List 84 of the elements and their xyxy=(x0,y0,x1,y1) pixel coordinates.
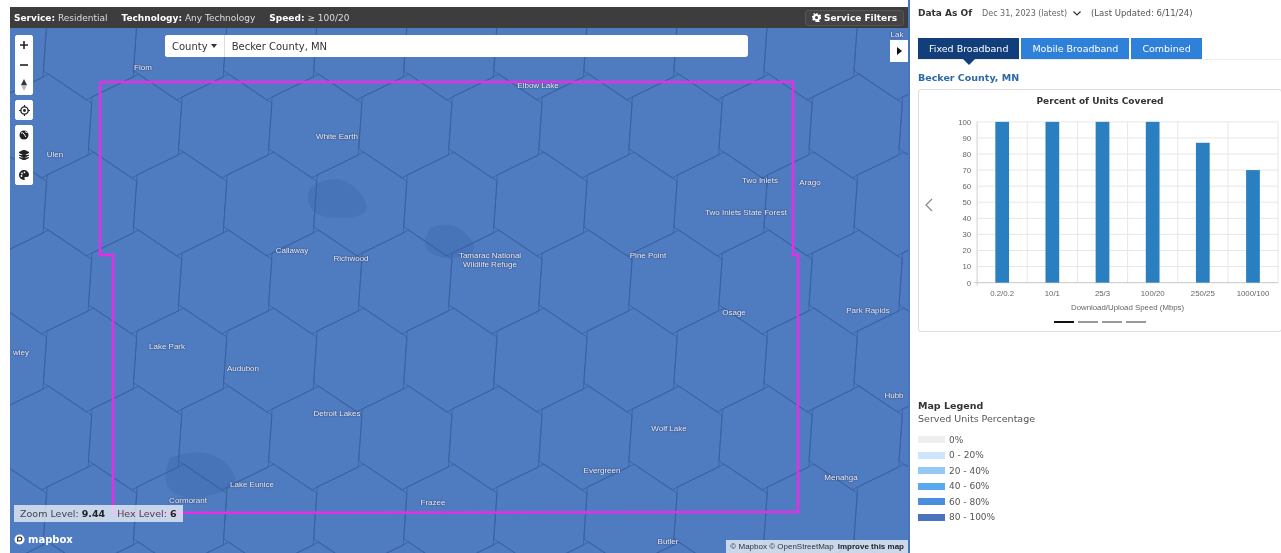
search-type-dropdown[interactable]: County xyxy=(165,35,225,57)
y-tick-label: 60 xyxy=(962,182,972,192)
chevron-down-icon xyxy=(1073,10,1081,16)
place-label: Audubon xyxy=(227,363,259,373)
chevron-left-icon[interactable] xyxy=(925,197,933,212)
y-tick-label: 30 xyxy=(962,230,972,240)
place-label: Pine Point xyxy=(629,250,667,260)
place-label: White Earth xyxy=(316,131,358,141)
place-label: Two Inlets xyxy=(742,175,778,185)
y-tick-label: 0 xyxy=(966,278,972,288)
chart-title: Percent of Units Covered xyxy=(1035,96,1165,106)
layers-icon xyxy=(19,150,29,160)
legend-label: 20 - 40% xyxy=(949,465,990,476)
globe-icon xyxy=(19,130,29,140)
x-tick-label: 1000/100 xyxy=(1236,289,1270,299)
filter-summary: Technology: Any Technology xyxy=(121,12,256,23)
place-label: Two Inlets State Forest xyxy=(705,207,787,217)
y-tick-label: 70 xyxy=(962,166,972,176)
place-label: Cormorant xyxy=(169,495,207,505)
place-label: Callaway xyxy=(275,245,309,255)
place-label: Lake Eunice xyxy=(230,479,274,489)
legend-label: 80 - 100% xyxy=(949,512,996,523)
service-filters-button[interactable]: Service Filters xyxy=(804,9,904,26)
place-label: wley xyxy=(13,347,29,357)
attribution-text: © Mapbox © OpenStreetMap xyxy=(730,542,834,551)
place-label: Wolf Lake xyxy=(651,423,687,433)
filter-summary: Service: Residential xyxy=(14,12,108,23)
x-tick-label: 250/25 xyxy=(1190,289,1215,299)
search-field[interactable]: County Becker County, MN xyxy=(165,35,748,57)
place-label: Detroit Lakes xyxy=(313,408,361,418)
compass-icon xyxy=(21,79,27,91)
y-tick-label: 100 xyxy=(958,117,972,127)
locate-button[interactable] xyxy=(15,100,33,120)
legend-label: 0 - 20% xyxy=(949,450,984,461)
legend-label: 0% xyxy=(949,434,964,445)
place-label: Lak xyxy=(890,29,904,39)
y-tick-label: 20 xyxy=(962,246,972,256)
panel-toggle-button[interactable] xyxy=(890,40,908,62)
place-label: Hubb xyxy=(884,390,904,400)
place-label: Park Rapids xyxy=(846,305,890,315)
y-tick-label: 90 xyxy=(962,133,972,143)
x-tick-label: 10/1 xyxy=(1044,289,1060,299)
plus-icon xyxy=(20,41,28,49)
area-title: Becker County, MN xyxy=(918,72,1021,83)
place-label: Elbow Lake xyxy=(517,80,559,90)
legend-title: Map Legend xyxy=(918,400,985,411)
x-tick-label: 100/20 xyxy=(1140,289,1165,299)
y-tick-label: 10 xyxy=(962,262,972,272)
y-tick-label: 80 xyxy=(962,149,972,159)
place-label: Flom xyxy=(134,62,152,72)
x-tick-label: 0.2/0.2 xyxy=(990,289,1015,299)
mapbox-logo-icon xyxy=(14,534,25,545)
legend-label: 60 - 80% xyxy=(949,496,990,507)
level-readout: Zoom Level: 9.44 xyxy=(20,508,106,519)
legend-label: 40 - 60% xyxy=(949,481,990,492)
place-label: Richwood xyxy=(333,253,369,263)
palette-icon xyxy=(19,170,29,180)
last-updated-text: (Last Updated: 6/11/24) xyxy=(1091,8,1193,18)
caret-icon xyxy=(210,44,217,48)
place-label: Ulen xyxy=(46,149,64,159)
mapbox-wordmark: mapbox xyxy=(28,534,73,545)
place-label: Menahga xyxy=(824,472,858,482)
y-tick-label: 50 xyxy=(962,198,972,208)
place-label: Frazee xyxy=(420,497,446,507)
place-label: Arago xyxy=(799,177,821,187)
target-icon xyxy=(18,104,30,116)
tab[interactable]: Combined xyxy=(1131,38,1202,59)
gear-icon xyxy=(811,13,821,22)
place-label: Osage xyxy=(722,307,746,317)
minus-icon xyxy=(20,64,28,66)
data-as-of-label: Data As Of xyxy=(918,8,973,18)
y-tick-label: 40 xyxy=(962,214,972,224)
level-readout: Hex Level: 6 xyxy=(117,508,177,519)
place-label: Tamarac National Wildlife Refuge xyxy=(457,251,523,269)
place-label: Butler xyxy=(657,536,679,546)
tab[interactable]: Mobile Broadband xyxy=(1021,38,1130,59)
legend-subtitle: Served Units Percentage xyxy=(918,413,1037,424)
place-label: Evergreen xyxy=(583,465,621,475)
x-tick-label: 25/3 xyxy=(1094,289,1111,299)
triangle-right-icon xyxy=(896,47,902,55)
tab-pointer-icon xyxy=(962,59,975,65)
place-label: Lake Park xyxy=(149,341,185,351)
x-axis-title: Download/Upload Speed (Mbps) xyxy=(1071,303,1185,313)
filter-summary: Speed: ≥ 100/20 xyxy=(269,12,350,23)
